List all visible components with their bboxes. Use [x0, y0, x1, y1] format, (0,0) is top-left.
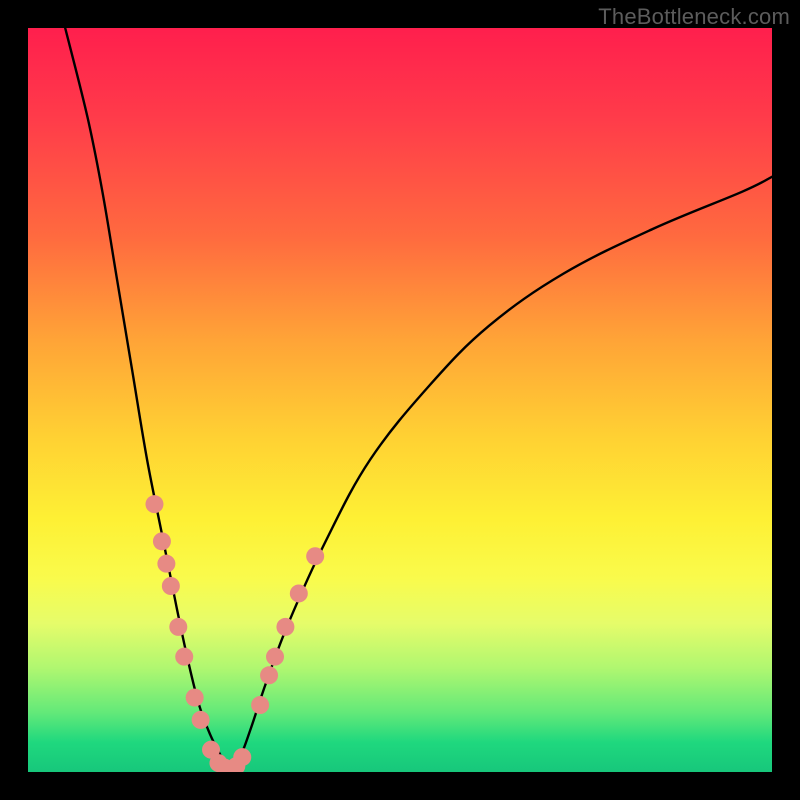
data-marker	[169, 618, 187, 636]
data-marker	[306, 547, 324, 565]
chart-svg	[28, 28, 772, 772]
data-marker	[251, 696, 269, 714]
data-marker	[276, 618, 294, 636]
data-marker	[186, 689, 204, 707]
data-marker	[260, 666, 278, 684]
data-marker	[153, 532, 171, 550]
data-marker	[175, 648, 193, 666]
data-marker	[162, 577, 180, 595]
chart-frame: TheBottleneck.com	[0, 0, 800, 800]
data-marker	[192, 711, 210, 729]
curve-segment	[65, 28, 229, 772]
data-marker	[145, 495, 163, 513]
watermark-text: TheBottleneck.com	[598, 4, 790, 30]
data-marker	[290, 584, 308, 602]
bottleneck-curve	[65, 28, 772, 772]
curve-segment	[229, 177, 772, 772]
data-markers	[145, 495, 324, 772]
data-marker	[233, 748, 251, 766]
data-marker	[157, 555, 175, 573]
chart-plot-area	[28, 28, 772, 772]
data-marker	[266, 648, 284, 666]
